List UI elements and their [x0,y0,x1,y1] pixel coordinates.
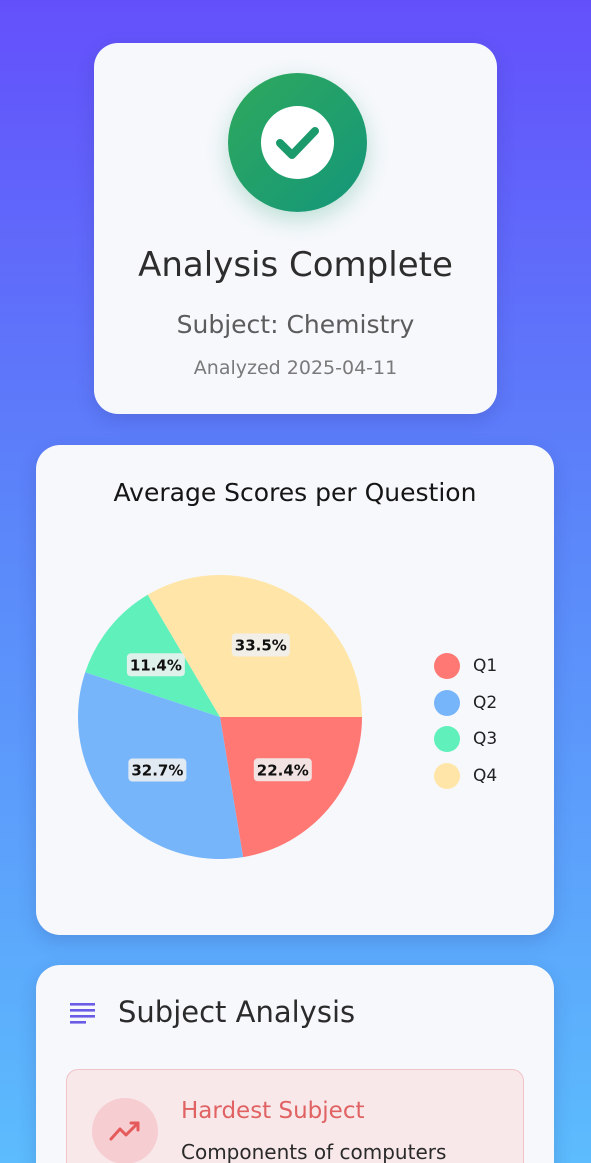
legend-item-q3: Q3 [434,721,497,758]
svg-text:32.7%: 32.7% [131,761,183,779]
legend-label: Q1 [473,656,498,677]
analysis-complete-card: Analysis Complete Subject: Chemistry Ana… [94,43,497,414]
legend-item-q4: Q4 [434,758,497,795]
hardest-subject-label: Hardest Subject [181,1098,365,1124]
check-icon [261,106,334,179]
success-badge [228,73,367,212]
svg-text:33.5%: 33.5% [235,636,287,654]
svg-text:22.4%: 22.4% [257,761,309,779]
legend-swatch [434,726,460,753]
pie-label-q1: 22.4% [253,758,312,782]
page-title: Analysis Complete [138,245,453,285]
svg-text:11.4%: 11.4% [130,656,182,674]
analyzed-date: Analyzed 2025-04-11 [193,357,398,379]
subject-text: Subject: Chemistry [176,310,415,339]
list-icon [70,1002,96,1028]
trending-up-icon [92,1098,158,1163]
chart-legend: Q1 Q2 Q3 Q4 [434,648,497,794]
legend-swatch [434,653,460,680]
pie-slice-q1 [220,717,362,858]
legend-item-q2: Q2 [434,685,497,722]
legend-label: Q4 [473,765,498,786]
legend-swatch [434,689,460,716]
hardest-subject-value: Components of computers [181,1140,447,1163]
section-title: Subject Analysis [118,995,356,1029]
subject-analysis-card: Subject Analysis Hardest Subject Compone… [36,965,554,1163]
pie-label-q3: 11.4% [126,653,185,677]
legend-label: Q2 [473,692,498,713]
legend-item-q1: Q1 [434,648,497,685]
hardest-subject-box: Hardest Subject Components of computers [66,1069,524,1163]
legend-label: Q3 [473,729,498,750]
pie-label-q4: 33.5% [231,633,290,657]
pie-label-q2: 32.7% [128,758,187,782]
chart-card: Average Scores per Question 22.4% 32.7% 11… [36,445,554,935]
legend-swatch [434,762,460,789]
